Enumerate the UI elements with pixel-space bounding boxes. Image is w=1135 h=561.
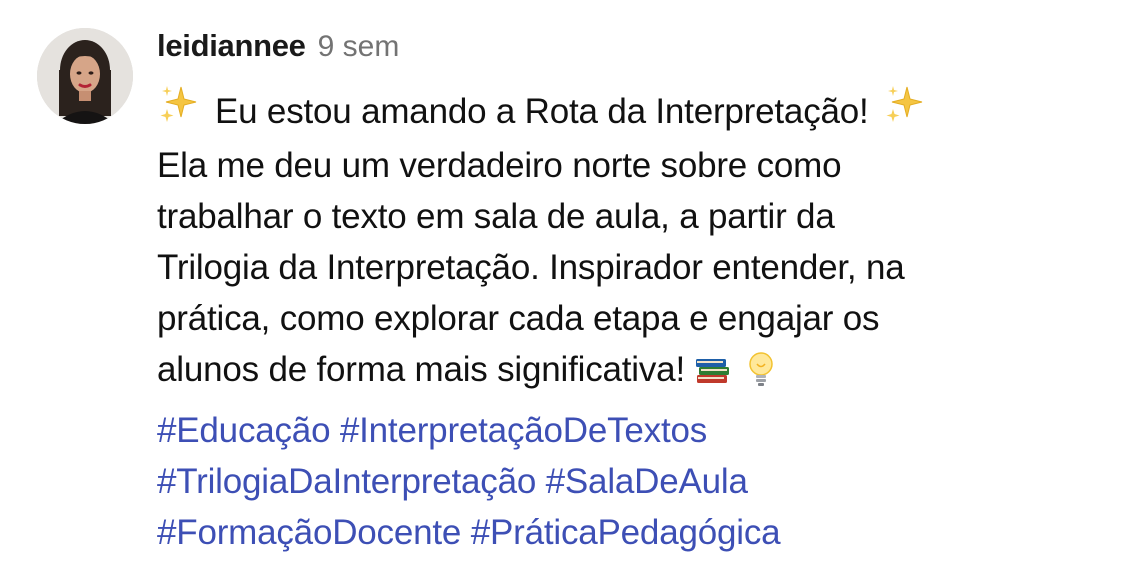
hashtags: #Educação #InterpretaçãoDeTextos #Trilog… (157, 405, 1117, 558)
hashtag-link[interactable]: #InterpretaçãoDeTextos (340, 411, 707, 450)
sparkles-icon (883, 82, 927, 140)
comment-line: alunos de forma mais significativa! (157, 350, 685, 389)
comment-line-last: alunos de forma mais significativa! (157, 344, 1117, 403)
comment-line: trabalhar o texto em sala de aula, a par… (157, 197, 835, 236)
comment: leidiannee 9 sem Eu estou amando a Rota … (0, 0, 1135, 561)
hashtag-link[interactable]: #PráticaPedagógica (471, 513, 781, 552)
sparkles-icon (157, 82, 201, 140)
username[interactable]: leidiannee (157, 28, 306, 64)
hashtag-row: #TrilogiaDaInterpretação #SalaDeAula (157, 456, 1117, 507)
comment-meta: leidiannee 9 sem (157, 28, 1117, 68)
comment-body: Eu estou amando a Rota da Interpretação!… (157, 82, 1117, 403)
hashtag-link[interactable]: #TrilogiaDaInterpretação (157, 462, 536, 501)
hashtag-link[interactable]: #SalaDeAula (546, 462, 748, 501)
avatar-image (37, 28, 133, 124)
comment-content: leidiannee 9 sem Eu estou amando a Rota … (157, 28, 1117, 558)
hashtag-link[interactable]: #FormaçãoDocente (157, 513, 461, 552)
hashtag-row: #Educação #InterpretaçãoDeTextos (157, 405, 1117, 456)
comment-line: Ela me deu um verdadeiro norte sobre com… (157, 146, 842, 185)
comment-line: Trilogia da Interpretação. Inspirador en… (157, 248, 905, 287)
comment-intro-line: Eu estou amando a Rota da Interpretação! (157, 82, 1117, 140)
comment-line: prática, como explorar cada etapa e enga… (157, 299, 880, 338)
light-bulb-icon (741, 349, 781, 403)
timestamp: 9 sem (317, 30, 400, 63)
avatar[interactable] (37, 28, 133, 124)
comment-intro: Eu estou amando a Rota da Interpretação! (215, 91, 869, 131)
hashtag-link[interactable]: #Educação (157, 411, 331, 450)
books-icon (693, 349, 733, 403)
hashtag-row: #FormaçãoDocente #PráticaPedagógica (157, 507, 1117, 558)
